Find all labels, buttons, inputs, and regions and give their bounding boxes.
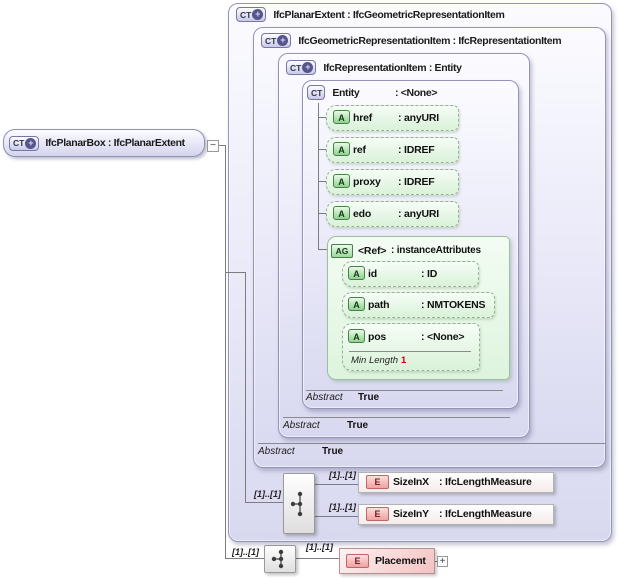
connector-line bbox=[225, 272, 245, 273]
ct-plus-icon: CT + bbox=[261, 33, 292, 48]
connector-line bbox=[313, 484, 359, 485]
attr-edo[interactable]: A edo : anyURI bbox=[326, 201, 459, 227]
abstract-value: True bbox=[347, 420, 369, 431]
connector-line bbox=[318, 149, 326, 150]
connector-line bbox=[294, 558, 339, 559]
attr-name: pos bbox=[368, 331, 387, 343]
ct-icon: CT bbox=[307, 85, 326, 100]
element-name: Placement bbox=[375, 555, 426, 567]
ct-plus-icon: CT + bbox=[9, 135, 40, 151]
attr-type: : IDREF bbox=[398, 176, 435, 188]
connector-line bbox=[225, 145, 226, 558]
attr-ref[interactable]: A ref : IDREF bbox=[326, 137, 459, 163]
abstract-value: True bbox=[358, 392, 380, 403]
attribute-icon: A bbox=[333, 142, 350, 156]
element-name: SizeInX bbox=[393, 476, 429, 488]
cardinality-sizeinx: [1]..[1] bbox=[329, 470, 356, 480]
attrgroup-type: : instanceAttributes bbox=[391, 245, 481, 256]
element-sizeinx[interactable]: E SizeInX : IfcLengthMeasure bbox=[358, 472, 554, 493]
expand-handle-plus[interactable]: + bbox=[437, 556, 448, 567]
cardinality-sizeiny: [1]..[1] bbox=[329, 502, 356, 512]
abstract-label: Abstract bbox=[283, 420, 320, 431]
facet-minlength-value: 1 bbox=[401, 355, 407, 366]
box-title-ifcgeometricrepresentationitem: IfcGeometricRepresentationItem : IfcRepr… bbox=[298, 34, 562, 47]
element-name: SizeInY bbox=[393, 508, 429, 520]
attr-name: path bbox=[368, 299, 390, 311]
ct-plus-icon: CT + bbox=[236, 7, 267, 22]
connector-line bbox=[245, 272, 246, 502]
plus-badge-icon: + bbox=[252, 9, 264, 20]
plus-badge-icon: + bbox=[302, 62, 314, 73]
sequence-icon bbox=[271, 549, 284, 569]
attribute-icon: A bbox=[348, 329, 365, 343]
attribute-icon: A bbox=[333, 110, 350, 124]
attr-name: edo bbox=[353, 208, 372, 220]
connector-line bbox=[318, 249, 327, 250]
sequence-compositor-2[interactable] bbox=[264, 545, 296, 573]
attr-href[interactable]: A href : anyURI bbox=[326, 105, 459, 131]
abstract-divider bbox=[306, 390, 503, 391]
schema-diagram: CT + IfcPlanarBox : IfcPlanarExtent − CT +… bbox=[0, 0, 618, 578]
attr-type: : IDREF bbox=[398, 144, 435, 156]
element-icon: E bbox=[346, 554, 369, 568]
cardinality-seq2: [1]..[1] bbox=[232, 547, 259, 557]
element-icon: E bbox=[366, 507, 389, 521]
attr-name: proxy bbox=[353, 176, 381, 188]
attr-name: id bbox=[368, 268, 377, 280]
sequence-icon bbox=[290, 491, 303, 516]
attr-name: ref bbox=[353, 144, 366, 156]
attr-type: : NMTOKENS bbox=[421, 299, 486, 311]
sequence-compositor-1[interactable] bbox=[283, 473, 315, 534]
attrgroup-name: <Ref> bbox=[358, 245, 387, 257]
abstract-value: True bbox=[322, 446, 344, 457]
connector-line bbox=[318, 103, 319, 249]
connector-line bbox=[318, 181, 326, 182]
entity-name: Entity bbox=[332, 86, 360, 99]
element-type: : IfcLengthMeasure bbox=[439, 508, 532, 520]
entity-type: : <None> bbox=[395, 87, 438, 99]
collapse-handle-minus[interactable]: − bbox=[207, 140, 219, 152]
attribute-icon: A bbox=[333, 206, 350, 220]
attr-id[interactable]: A id : ID bbox=[342, 261, 479, 287]
ct-plus-icon: CT + bbox=[286, 60, 317, 75]
attr-type: : ID bbox=[421, 268, 438, 280]
attribute-icon: A bbox=[348, 266, 365, 280]
plus-badge-icon: + bbox=[277, 35, 289, 46]
attr-type: : anyURI bbox=[398, 112, 439, 124]
box-title-ifcrepresentationitem: IfcRepresentationItem : Entity bbox=[323, 61, 462, 74]
connector-line bbox=[318, 117, 326, 118]
attr-name: href bbox=[353, 112, 373, 124]
attr-path[interactable]: A path : NMTOKENS bbox=[342, 292, 495, 318]
connector-line bbox=[313, 516, 359, 517]
plus-badge-icon: + bbox=[25, 137, 37, 149]
attr-type: : anyURI bbox=[398, 208, 439, 220]
element-type: : IfcLengthMeasure bbox=[439, 476, 532, 488]
attr-type: : <None> bbox=[421, 331, 465, 343]
abstract-divider bbox=[258, 443, 605, 444]
connector-line bbox=[225, 558, 264, 559]
facet-divider bbox=[349, 351, 471, 352]
attribute-group-icon: AG bbox=[331, 244, 353, 258]
box-title-ifcplanarextent: IfcPlanarExtent : IfcGeometricRepresenta… bbox=[273, 8, 505, 21]
root-title: IfcPlanarBox : IfcPlanarExtent bbox=[45, 137, 185, 149]
attribute-icon: A bbox=[348, 297, 365, 311]
abstract-divider bbox=[283, 417, 510, 418]
ifcplanarbox-node[interactable]: CT + IfcPlanarBox : IfcPlanarExtent bbox=[3, 129, 205, 157]
attr-pos[interactable]: A pos : <None> Min Length 1 bbox=[342, 323, 480, 371]
element-icon: E bbox=[366, 475, 389, 489]
attribute-icon: A bbox=[333, 174, 350, 188]
element-placement[interactable]: E Placement bbox=[339, 548, 435, 574]
connector-line bbox=[318, 213, 326, 214]
abstract-label: Abstract bbox=[258, 446, 295, 457]
element-sizeiny[interactable]: E SizeInY : IfcLengthMeasure bbox=[358, 504, 554, 525]
connector-line bbox=[245, 502, 283, 503]
cardinality-placement: [1]..[1] bbox=[306, 542, 333, 552]
cardinality-seq1: [1]..[1] bbox=[254, 489, 281, 499]
facet-minlength-label: Min Length bbox=[351, 355, 399, 366]
abstract-label: Abstract bbox=[306, 392, 343, 403]
attr-proxy[interactable]: A proxy : IDREF bbox=[326, 169, 459, 195]
